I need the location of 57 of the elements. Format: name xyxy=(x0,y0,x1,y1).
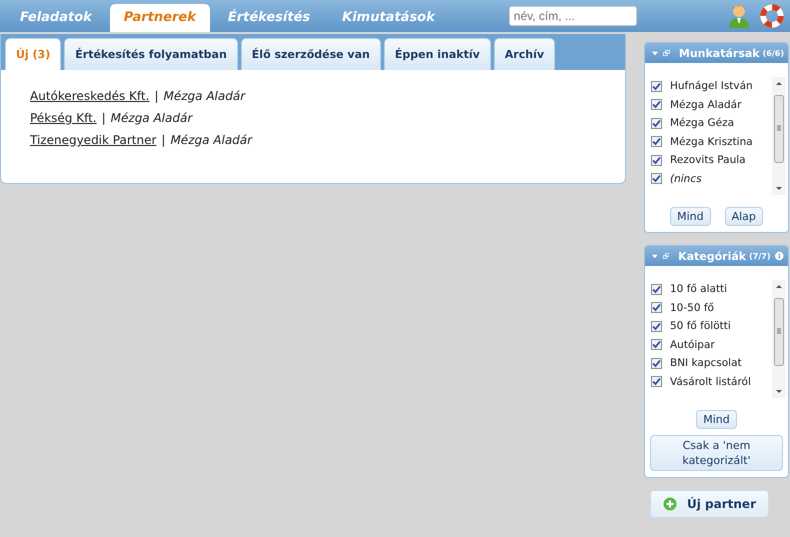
checkbox[interactable] xyxy=(651,284,662,295)
status-tab[interactable]: Élő szerződése van xyxy=(240,38,381,70)
user-icon[interactable] xyxy=(728,4,750,28)
checkbox[interactable] xyxy=(651,302,662,314)
checkbox[interactable] xyxy=(651,99,662,110)
status-tab[interactable]: Értékesítés folyamatban xyxy=(64,38,238,70)
info-icon[interactable] xyxy=(775,250,784,262)
popout-icon[interactable] xyxy=(663,49,670,57)
status-tab[interactable]: Éppen inaktív xyxy=(384,38,491,70)
search-field[interactable]: név, cím, ... xyxy=(508,6,637,26)
owner-name: Mézga Aladár xyxy=(170,132,252,149)
checkbox-label: 10 fő alatti xyxy=(670,283,728,296)
filter-button[interactable]: Csak a 'nem kategorizált' xyxy=(650,435,783,471)
partner-link[interactable]: Tizenegyedik Partner xyxy=(30,129,156,151)
scrollbar[interactable] xyxy=(772,77,786,195)
popout-icon[interactable] xyxy=(662,252,670,260)
separator-text: | xyxy=(161,132,166,149)
lifebuoy-icon[interactable] xyxy=(760,4,784,28)
checkbox-label: 10-50 fő xyxy=(670,302,714,314)
collapse-icon[interactable] xyxy=(652,50,658,56)
separator-text: | xyxy=(154,88,158,105)
checkbox-label: 50 fő fölötti xyxy=(670,320,731,332)
checkbox-label: Rezovits Paula xyxy=(670,154,746,166)
checkbox[interactable] xyxy=(651,339,662,350)
collapse-icon[interactable] xyxy=(652,254,658,258)
owner-name: Mézga Aladár xyxy=(110,110,192,127)
checkbox-label: (nincs xyxy=(670,172,702,185)
checkbox-label: Mézga Géza xyxy=(670,117,734,130)
new-partner-button[interactable]: Új partner xyxy=(650,490,769,518)
checkbox[interactable] xyxy=(651,173,662,184)
filter-button[interactable]: Alap xyxy=(724,207,763,226)
panel-title: Munkatársak xyxy=(678,46,760,60)
panel-title: Kategóriák xyxy=(678,250,746,262)
checkbox-label: Vásárolt listáról xyxy=(670,376,751,388)
checkbox-label: Hufnágel István xyxy=(670,80,753,92)
owner-name: Mézga Aladár xyxy=(164,88,246,105)
checkbox-label: Mézga Aladár xyxy=(670,98,742,111)
panel-count: (6/6) xyxy=(762,48,784,58)
plus-icon xyxy=(663,497,678,511)
checkbox[interactable] xyxy=(651,358,662,369)
partner-link[interactable]: Pékség Kft. xyxy=(30,107,97,129)
separator-text: | xyxy=(102,110,106,127)
filter-button[interactable]: Mind xyxy=(670,207,711,226)
checkbox-label: Autóipar xyxy=(670,338,715,351)
partner-link[interactable]: Autókereskedés Kft. xyxy=(30,85,150,107)
scrollbar[interactable] xyxy=(772,280,786,398)
checkbox-label: BNI kapcsolat xyxy=(670,357,742,370)
filter-button[interactable]: Mind xyxy=(696,410,737,429)
checkbox[interactable] xyxy=(651,118,662,129)
checkbox[interactable] xyxy=(651,80,662,92)
checkbox[interactable] xyxy=(651,136,662,148)
checkbox[interactable] xyxy=(651,154,662,166)
panel-count: (7/7) xyxy=(749,252,770,260)
checkbox[interactable] xyxy=(651,376,662,388)
checkbox[interactable] xyxy=(651,320,662,332)
checkbox-label: Mézga Krisztina xyxy=(670,136,753,148)
status-tab[interactable]: Archív xyxy=(494,38,556,70)
